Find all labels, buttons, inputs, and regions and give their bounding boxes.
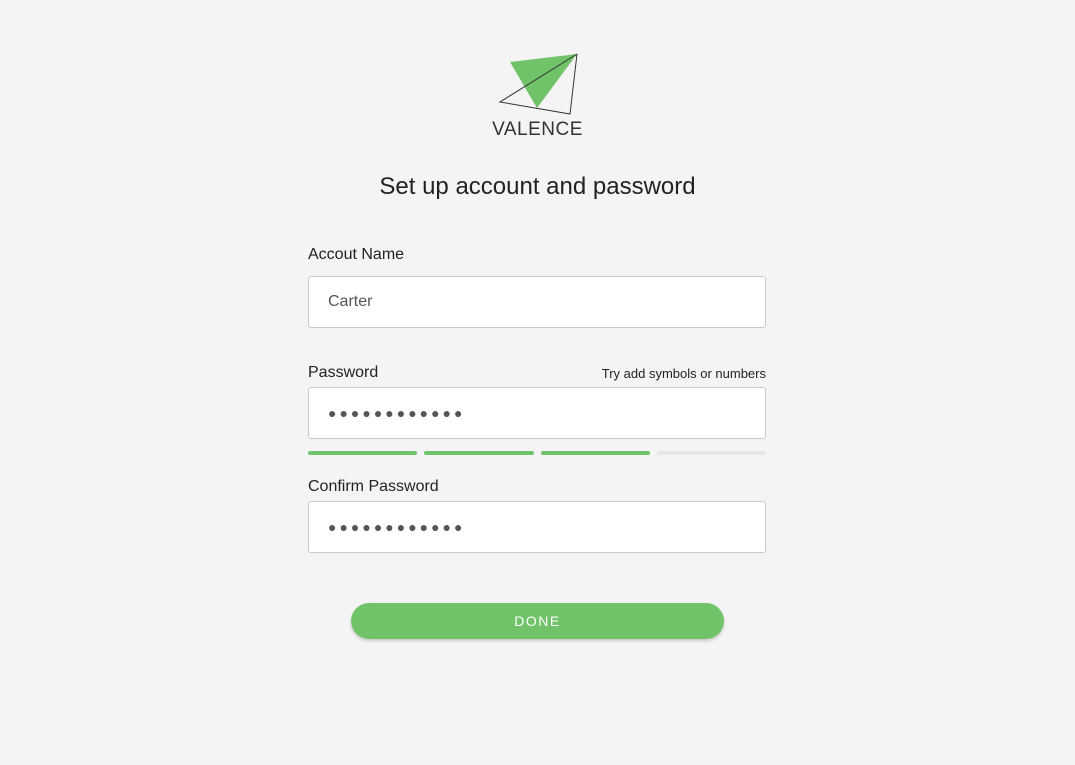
strength-segment-4 — [656, 451, 766, 455]
password-masked-value: ●●●●●●●●●●●● — [328, 405, 466, 421]
page-title: Set up account and password — [379, 173, 696, 200]
password-strength-meter — [308, 451, 766, 455]
password-label: Password — [308, 364, 379, 381]
strength-segment-2 — [424, 451, 534, 455]
strength-segment-1 — [308, 451, 418, 455]
account-name-value: Carter — [328, 293, 373, 310]
confirm-password-label: Confirm Password — [308, 478, 439, 495]
done-button[interactable]: DONE — [351, 603, 724, 639]
strength-segment-3 — [540, 451, 650, 455]
confirm-password-masked-value: ●●●●●●●●●●●● — [328, 519, 466, 535]
password-hint: Try add symbols or numbers — [601, 366, 766, 381]
account-name-label: Accout Name — [308, 246, 405, 263]
paper-plane-logo-icon — [498, 53, 578, 115]
account-name-input[interactable]: Carter — [308, 276, 766, 328]
setup-page: VALENCE Set up account and password Acco… — [0, 0, 1075, 765]
password-input[interactable]: ●●●●●●●●●●●● — [308, 387, 766, 439]
confirm-password-input[interactable]: ●●●●●●●●●●●● — [308, 501, 766, 553]
brand-name: VALENCE — [492, 119, 583, 140]
